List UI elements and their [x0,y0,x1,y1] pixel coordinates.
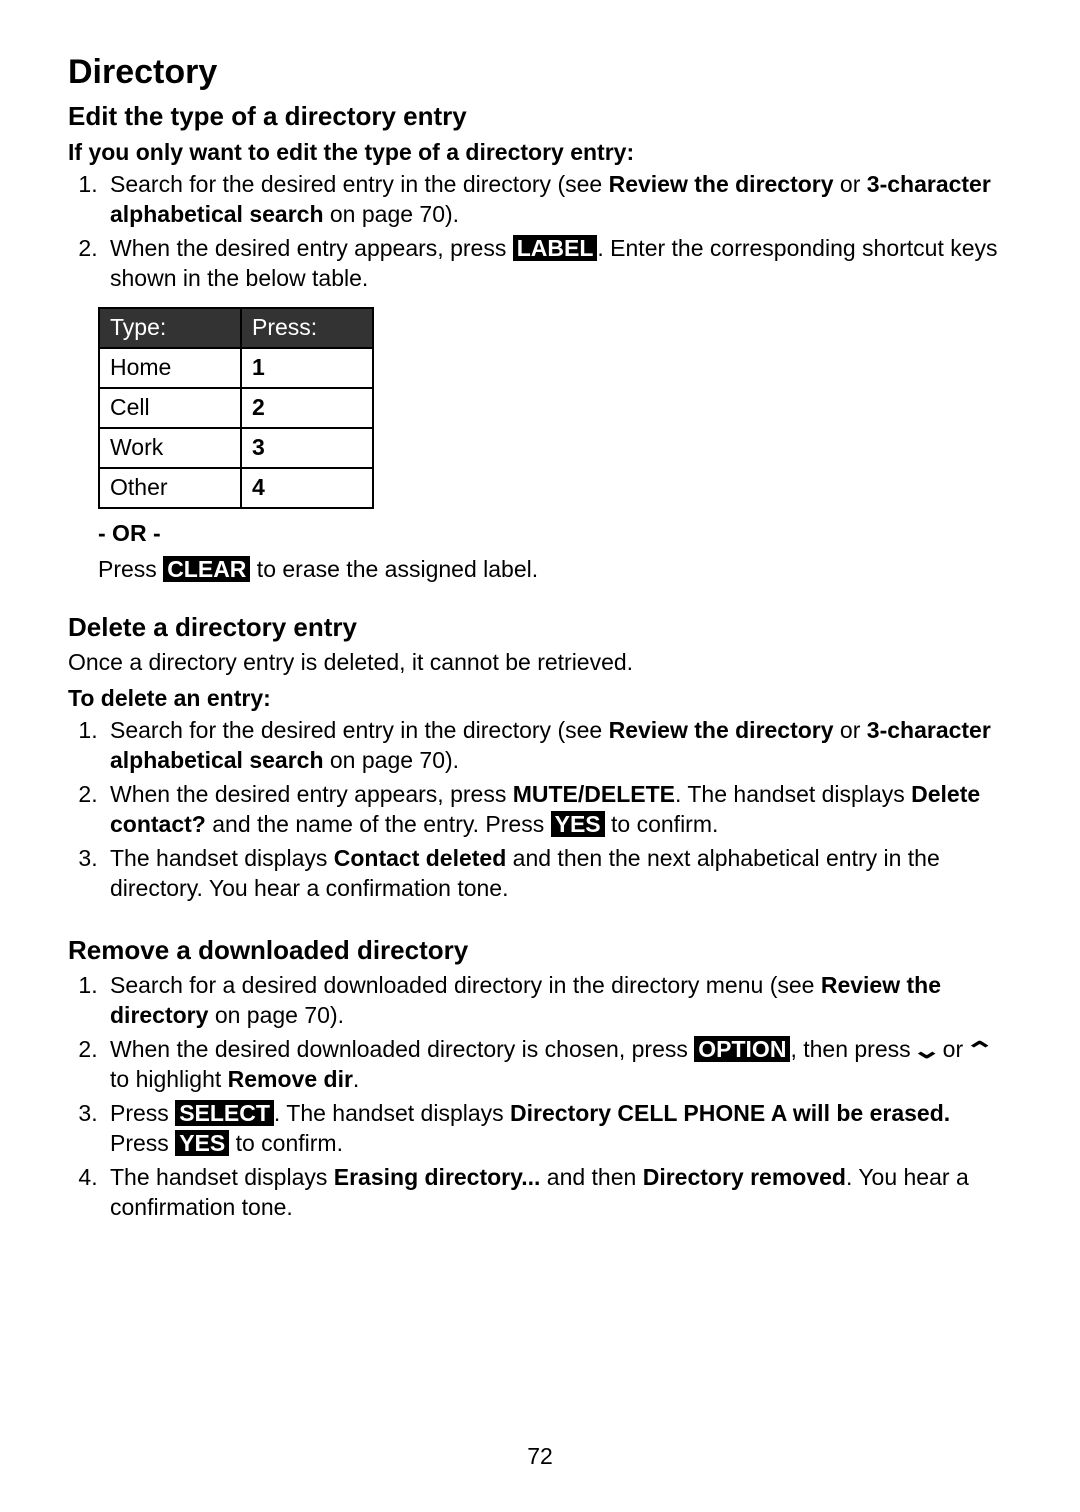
edit-subhead: If you only want to edit the type of a d… [68,138,1012,168]
edit-steps: Search for the desired entry in the dire… [68,170,1012,294]
clear-button: CLEAR [163,556,250,582]
option-button: OPTION [694,1036,790,1062]
chevron-up-icon: ⌃ [964,1045,995,1057]
delete-heading: Delete a directory entry [68,611,1012,645]
delete-step-2: When the desired entry appears, press MU… [104,780,1012,840]
remove-step-4: The handset displays Erasing directory..… [104,1163,1012,1223]
delete-intro: Once a directory entry is deleted, it ca… [68,648,1012,678]
table-row: Cell2 [99,388,373,428]
remove-step-2: When the desired downloaded directory is… [104,1035,1012,1095]
clear-instruction: Press CLEAR to erase the assigned label. [98,555,1012,585]
select-button: SELECT [175,1100,274,1126]
delete-steps: Search for the desired entry in the dire… [68,716,1012,903]
yes-button: YES [551,811,605,837]
table-row: Other4 [99,468,373,508]
table-header-type: Type: [99,308,241,348]
chevron-down-icon: ⌄ [911,1045,942,1057]
type-table: Type: Press: Home1 Cell2 Work3 Other4 [98,307,374,508]
delete-step-1: Search for the desired entry in the dire… [104,716,1012,776]
or-text: - OR - [98,519,1012,549]
delete-subhead: To delete an entry: [68,684,1012,714]
remove-step-1: Search for a desired downloaded director… [104,971,1012,1031]
label-button: LABEL [513,235,598,261]
table-row: Work3 [99,428,373,468]
table-row: Home1 [99,348,373,388]
edit-step-2: When the desired entry appears, press LA… [104,234,1012,294]
remove-steps: Search for a desired downloaded director… [68,971,1012,1222]
yes-button: YES [175,1130,229,1156]
delete-step-3: The handset displays Contact deleted and… [104,844,1012,904]
edit-heading: Edit the type of a directory entry [68,100,1012,134]
page-number: 72 [0,1442,1080,1472]
remove-heading: Remove a downloaded directory [68,934,1012,968]
edit-step-1: Search for the desired entry in the dire… [104,170,1012,230]
page-title: Directory [68,50,1012,94]
table-header-press: Press: [241,308,373,348]
remove-step-3: Press SELECT. The handset displays Direc… [104,1099,1012,1159]
